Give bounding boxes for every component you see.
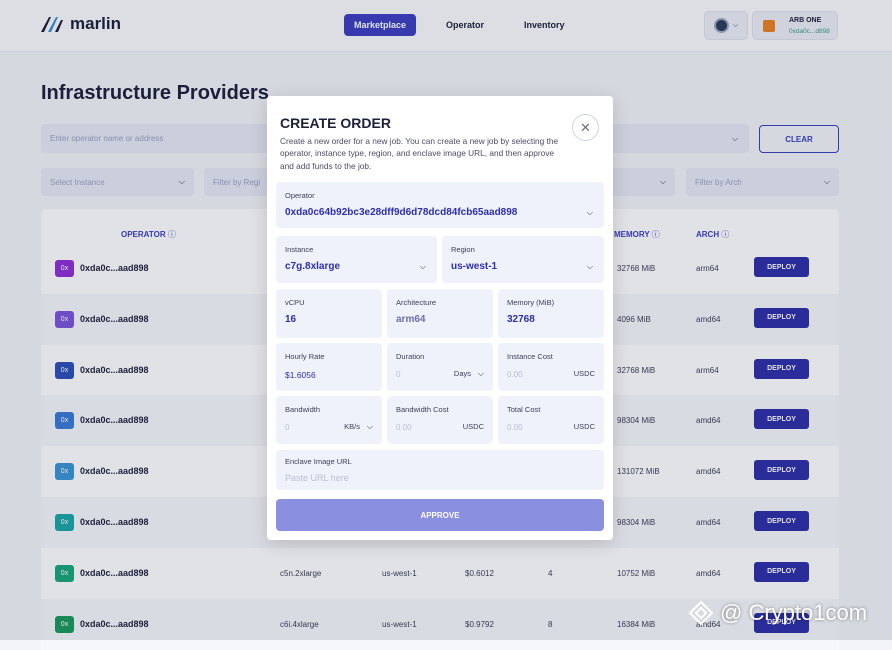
bandwidth-unit[interactable]: KB/s — [344, 422, 360, 431]
total-cost-unit: USDC — [573, 422, 595, 431]
instance-cost-unit: USDC — [573, 369, 595, 378]
memory-field: Memory (MiB) 32768 — [498, 289, 604, 338]
operator-select[interactable]: Operator 0xda0c64b92bc3e28dff9d6d78dcd84… — [276, 182, 604, 228]
duration-placeholder: 0 — [396, 370, 401, 379]
chevron-down-icon: ⌵ — [419, 262, 426, 271]
binance-logo-icon — [688, 600, 714, 626]
bandwidth-cost-field: Bandwidth Cost 0.00 USDC — [387, 396, 493, 444]
vcpu-field: vCPU 16 — [276, 289, 382, 338]
bandwidth-cost-unit: USDC — [462, 422, 484, 431]
duration-input[interactable]: Duration 0 Days ⌵ — [387, 343, 493, 391]
approve-button[interactable]: APPROVE — [276, 499, 604, 531]
watermark-text: @ Crypto1com — [720, 600, 868, 625]
bandwidth-placeholder: 0 — [285, 423, 290, 432]
hourly-rate-label: Hourly Rate — [285, 352, 325, 361]
bandwidth-cost-placeholder: 0.00 — [396, 423, 412, 432]
chevron-down-icon: ⌵ — [586, 262, 593, 271]
enclave-url-input[interactable]: Enclave Image URL Paste URL here — [276, 450, 604, 490]
memory-value: 32768 — [507, 314, 535, 325]
vcpu-label: vCPU — [285, 298, 305, 307]
bandwidth-input[interactable]: Bandwidth 0 KB/s ⌵ — [276, 396, 382, 444]
instance-select[interactable]: Instance c7g.8xlarge ⌵ — [276, 236, 437, 283]
hourly-rate-value: $1.6056 — [285, 370, 316, 380]
instance-label: Instance — [285, 245, 314, 254]
hourly-rate-field: Hourly Rate $1.6056 — [276, 343, 382, 391]
chevron-down-icon[interactable]: ⌵ — [478, 369, 484, 379]
bandwidth-label: Bandwidth — [285, 405, 321, 414]
instance-cost-placeholder: 0.00 — [507, 370, 523, 379]
architecture-value: arm64 — [396, 314, 426, 325]
create-order-modal: CREATE ORDER Create a new order for a ne… — [267, 96, 613, 540]
chevron-down-icon[interactable]: ⌵ — [367, 422, 373, 432]
enclave-url-placeholder: Paste URL here — [285, 473, 349, 483]
instance-cost-field: Instance Cost 0.00 USDC — [498, 343, 604, 391]
close-icon[interactable]: ✕ — [572, 114, 599, 141]
architecture-label: Architecture — [396, 298, 437, 307]
region-label: Region — [451, 245, 475, 254]
region-value: us-west-1 — [451, 261, 498, 272]
enclave-url-label: Enclave Image URL — [285, 457, 352, 466]
architecture-field: Architecture arm64 — [387, 289, 493, 338]
modal-description: Create a new order for a new job. You ca… — [280, 136, 559, 171]
operator-label: Operator — [285, 191, 315, 200]
modal-title: CREATE ORDER — [280, 115, 391, 131]
duration-unit[interactable]: Days — [454, 369, 471, 378]
duration-label: Duration — [396, 352, 425, 361]
total-cost-field: Total Cost 0.00 USDC — [498, 396, 604, 444]
total-cost-placeholder: 0.00 — [507, 423, 523, 432]
total-cost-label: Total Cost — [507, 405, 541, 414]
watermark: @ Crypto1com — [688, 600, 867, 626]
chevron-down-icon: ⌵ — [586, 208, 593, 217]
operator-value: 0xda0c64b92bc3e28dff9d6d78dcd84fcb65aad8… — [285, 207, 518, 218]
vcpu-value: 16 — [285, 314, 297, 325]
region-select[interactable]: Region us-west-1 ⌵ — [442, 236, 604, 283]
instance-value: c7g.8xlarge — [285, 261, 341, 272]
instance-cost-label: Instance Cost — [507, 352, 553, 361]
memory-label: Memory (MiB) — [507, 298, 555, 307]
bandwidth-cost-label: Bandwidth Cost — [396, 405, 449, 414]
